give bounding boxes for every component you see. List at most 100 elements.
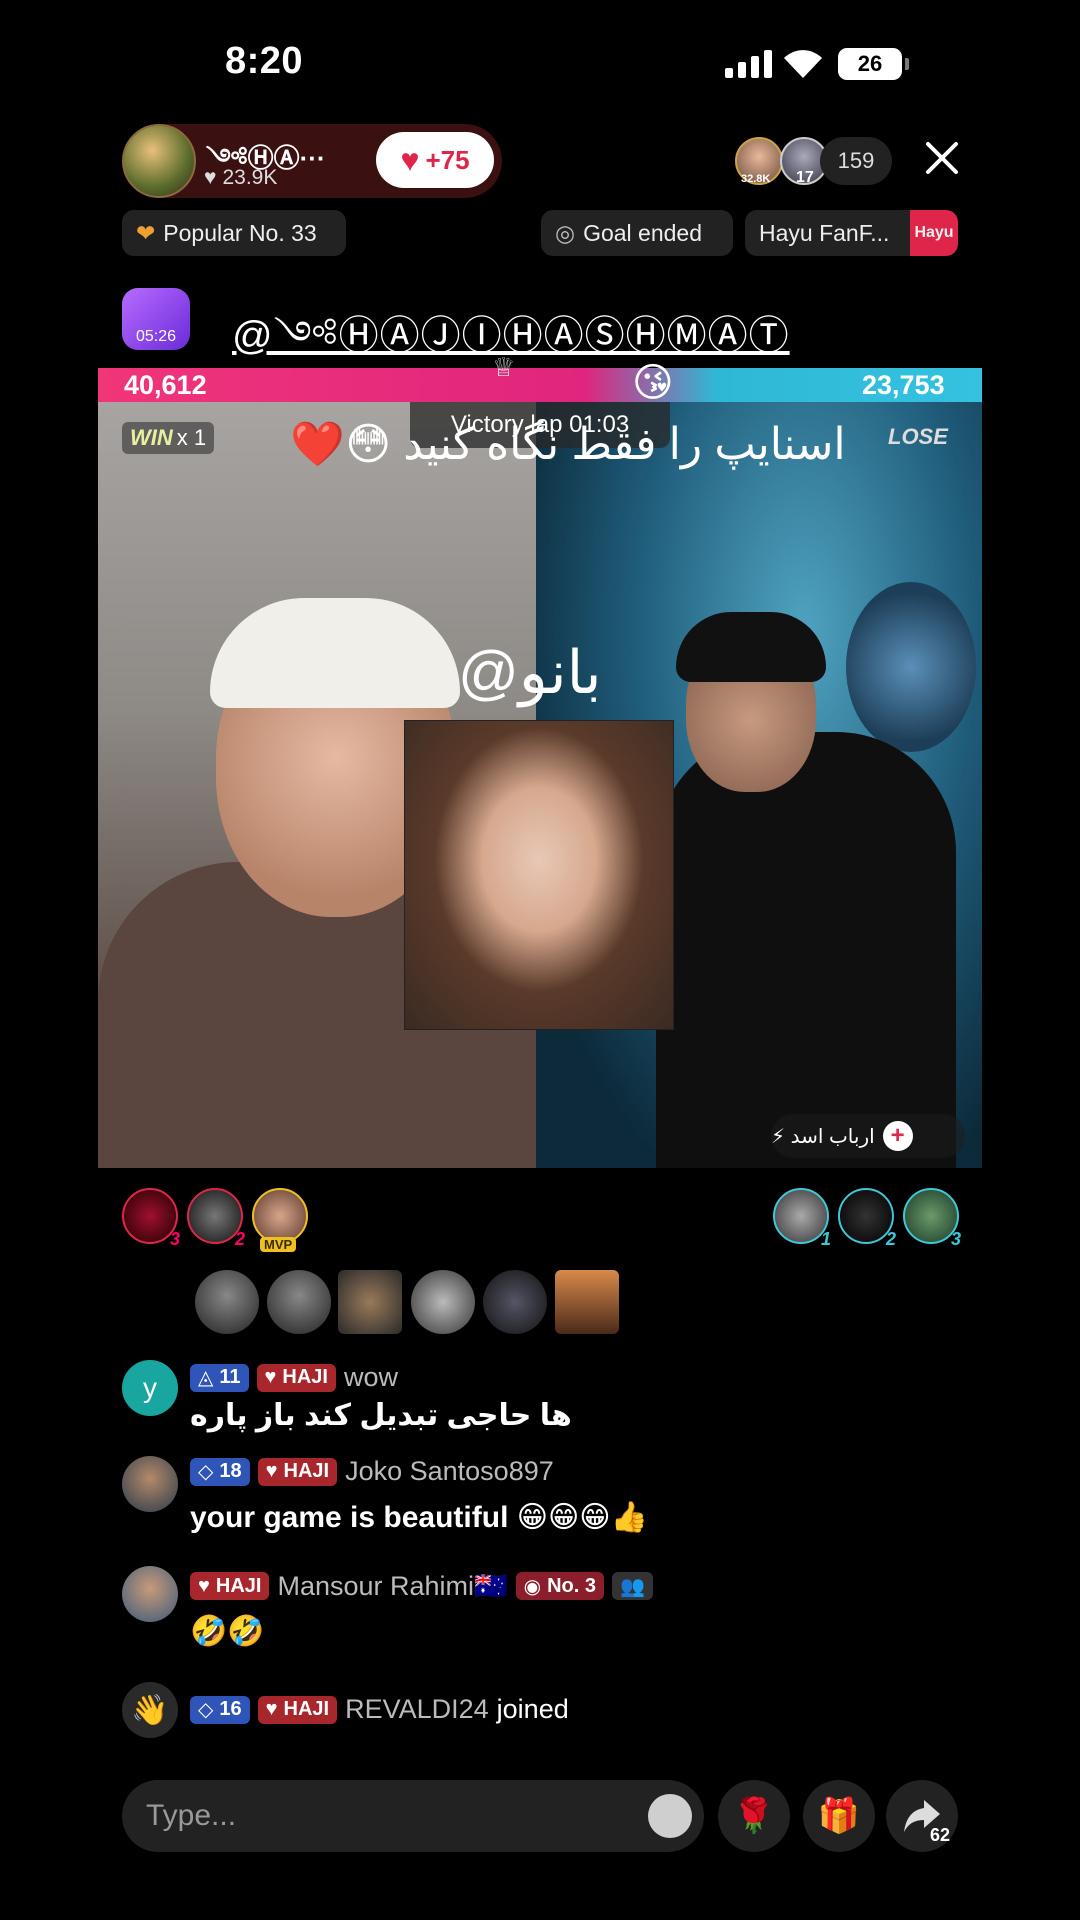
goal-chip[interactable]: ◎ Goal ended [541, 210, 733, 256]
right-person-body [656, 732, 956, 1168]
level-icon: ◬ [198, 1367, 214, 1389]
fan-badge: ♥ HAJI [256, 1363, 336, 1392]
rose-gift-button[interactable]: 🌹 [718, 1780, 790, 1852]
join-line: ◇ 16 ♥ HAJI REVALDI24 joined [190, 1694, 569, 1725]
heart-icon: ♥ [204, 166, 217, 189]
heart-icon: ♥ [400, 141, 420, 178]
follow-chip-label: ارباب اسد ⚡ [771, 1125, 875, 1148]
media-thumbnail[interactable] [411, 1270, 475, 1334]
close-icon[interactable] [922, 138, 962, 178]
battle-stage[interactable]: WIN x 1 LOSE Victory lap 01:03 اسنایپ را … [98, 402, 982, 1168]
plus-icon[interactable]: + [882, 1121, 913, 1151]
rank-number: 2 [885, 1229, 896, 1249]
chat-header: ♥ HAJI Mansour Rahimi🇦🇺 ◉ No. 3 👥 [190, 1570, 653, 1602]
rose-icon: 🌹 [732, 1797, 776, 1835]
fanfest-label: Hayu FanF... [759, 219, 890, 246]
status-time: 8:20 [225, 40, 304, 82]
chat-username[interactable]: Mansour Rahimi🇦🇺 [277, 1570, 507, 1602]
fan-label: HAJI [283, 1460, 330, 1482]
target-icon: ◎ [555, 219, 576, 246]
win-label: WIN [130, 425, 173, 450]
level-icon: ◇ [198, 1699, 214, 1721]
crown-icon: ♕ [492, 352, 516, 382]
chat-message: 🤣🤣 [190, 1615, 265, 1648]
media-thumbnail[interactable] [483, 1270, 547, 1334]
chat-username[interactable]: wow [344, 1362, 398, 1393]
score-right: 23,753 [862, 370, 945, 400]
host-likes-count: 23.9K [222, 166, 278, 189]
guest-portrait [404, 720, 674, 1030]
gift-button[interactable]: 🎁 [803, 1780, 875, 1852]
emoji-icon[interactable] [648, 1794, 692, 1838]
popular-chip[interactable]: ❤ Popular No. 33 [122, 210, 346, 256]
fan-heart-icon: ♥ [265, 1460, 278, 1482]
top-viewer-avatar[interactable]: 32.8K [735, 137, 783, 185]
level-badge: ◇ 18 [190, 1457, 250, 1486]
level-badge: ◬ 11 [190, 1363, 249, 1392]
media-thumbnail[interactable] [338, 1270, 402, 1334]
fan-heart-icon: ♥ [265, 1698, 278, 1720]
comment-input[interactable]: Type... [122, 1780, 704, 1852]
viewer-count[interactable]: 159 [820, 137, 892, 185]
level-number: 18 [219, 1460, 242, 1482]
join-action: joined [496, 1694, 569, 1724]
goal-label: Goal ended [583, 219, 703, 246]
win-badge: WIN x 1 [122, 422, 215, 454]
chat-username[interactable]: Joko Santoso897 [345, 1456, 554, 1487]
fan-heart-icon: ♥ [198, 1574, 210, 1597]
rank-badge: ◉ No. 3 [515, 1572, 604, 1600]
share-button[interactable]: 62 [886, 1780, 958, 1852]
share-count: 62 [929, 1825, 950, 1845]
right-person-hair [676, 612, 826, 682]
rank-number: 3 [950, 1229, 961, 1249]
chat-avatar[interactable]: y [122, 1360, 178, 1416]
follow-chip[interactable]: + ارباب اسد ⚡ [771, 1114, 965, 1158]
chat-header: ◇ 18 ♥ HAJI Joko Santoso897 [190, 1456, 554, 1487]
right-ranker-avatar[interactable]: 3 [903, 1188, 961, 1249]
chat-message: ها حاجی تبدیل کند باز پاره [190, 1399, 572, 1432]
gift-timer: 05:26 [135, 328, 177, 345]
right-ranker-avatar[interactable]: 2 [838, 1188, 896, 1249]
left-person-cap [210, 598, 460, 708]
people-icon: 👥 [612, 1572, 653, 1600]
host-avatar[interactable] [122, 124, 196, 198]
mvp-avatar[interactable]: MVP [252, 1188, 308, 1252]
wifi-icon [780, 46, 826, 85]
right-ranker-avatar[interactable]: 1 [773, 1188, 831, 1249]
popular-label: Popular No. 33 [163, 219, 317, 246]
kiss-face-icon: 😘 [632, 361, 674, 405]
win-count: x 1 [176, 425, 207, 450]
rank-number: 1 [820, 1229, 831, 1249]
fan-label: HAJI [283, 1698, 330, 1720]
fanfest-chip[interactable]: Hayu FanF... Hayu [745, 210, 958, 256]
gift-timer-badge[interactable]: 05:26 [122, 288, 190, 350]
chat-avatar[interactable] [122, 1456, 178, 1512]
medal-icon: ◉ [523, 1575, 542, 1598]
media-thumbnail[interactable] [195, 1270, 259, 1334]
host-likes: ♥ 23.9K [204, 166, 277, 190]
signal-icon [725, 50, 772, 78]
media-thumbnail[interactable] [555, 1270, 619, 1334]
left-ranker-avatar[interactable]: 3 [122, 1188, 180, 1249]
comment-placeholder: Type... [146, 1799, 237, 1832]
rank-badge-label: No. 3 [547, 1574, 596, 1597]
media-thumbnail[interactable] [267, 1270, 331, 1334]
chat-avatar[interactable] [122, 1566, 178, 1622]
score-left: 40,612 [124, 370, 207, 400]
like-button[interactable]: ♥ +75 [376, 132, 494, 188]
hayu-logo: Hayu [910, 210, 958, 256]
chat-username[interactable]: REVALDI24 [345, 1694, 489, 1725]
chat-header: ◬ 11 ♥ HAJI wow [190, 1362, 398, 1393]
fan-badge: ♥ HAJI [190, 1572, 270, 1600]
broken-heart-icon: ❤ [136, 219, 156, 246]
avatar-letter: y [143, 1372, 157, 1403]
farsi-caption: اسنایپ را فقط نگاه کنید 😳❤️ [290, 420, 846, 469]
viewer-badge: 32.8K [741, 173, 771, 185]
fan-heart-icon: ♥ [264, 1366, 277, 1388]
battery-icon: 26 [838, 48, 909, 80]
like-count: +75 [425, 144, 470, 175]
battle-score-bar [98, 368, 982, 402]
left-ranker-avatar[interactable]: 2 [187, 1188, 245, 1249]
lion-image [846, 582, 976, 752]
level-number: 11 [219, 1366, 241, 1388]
